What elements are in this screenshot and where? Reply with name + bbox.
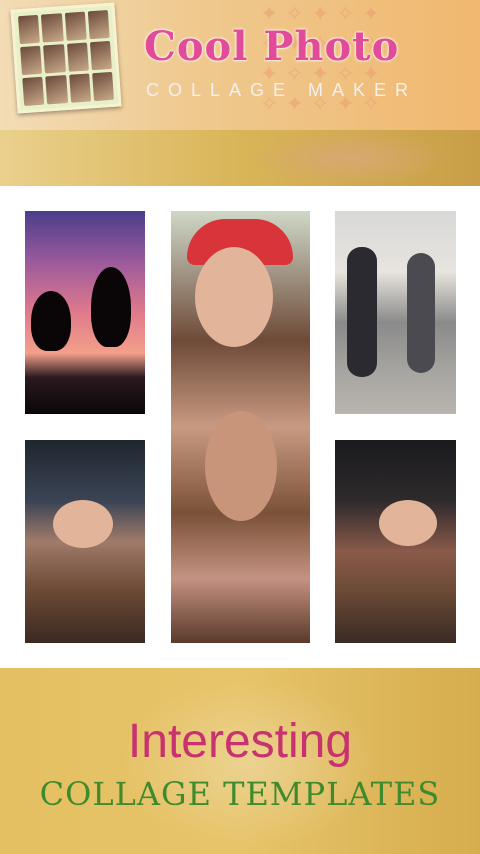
collage-photo-lying-left[interactable] <box>25 440 145 643</box>
collage-photo-friends[interactable] <box>335 211 456 414</box>
promo-headline: Interesting <box>127 715 353 768</box>
app-subtitle: COLLAGE MAKER <box>146 80 418 100</box>
collage-photo-lying-right[interactable] <box>335 440 456 643</box>
app-header: ✦ ✧ ✦ ✧ ✦ ✧ ✦ ✧ ✦ ✧ ✦ ✧ ✦ ✧ ✦ ✧ ✦ ✧ ✦ ✧ Coo… <box>0 0 480 130</box>
collage-photo-sunset[interactable] <box>25 211 145 414</box>
app-logo-collage-icon <box>10 2 122 114</box>
collage-photo-center[interactable] <box>171 211 310 643</box>
background-band <box>0 130 480 186</box>
promo-subheadline: COLLAGE TEMPLATES <box>39 775 441 813</box>
app-title: Cool Photo <box>144 23 400 70</box>
